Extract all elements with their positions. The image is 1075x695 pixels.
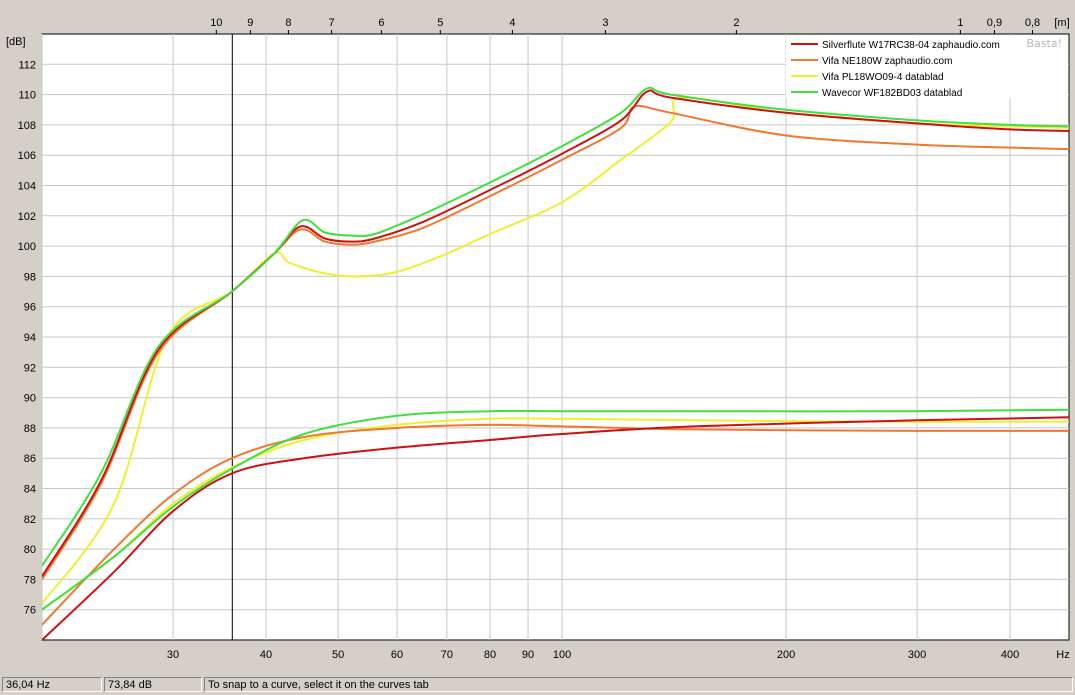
y-tick-label: 92 [24, 362, 36, 374]
x-tick-label: 50 [332, 649, 344, 661]
top-tick-label: 6 [378, 17, 384, 29]
x-tick-label: 40 [260, 649, 272, 661]
legend-entry: Wavecor WF182BD03 datablad [822, 88, 962, 99]
status-frequency: 36,04 Hz [2, 677, 102, 692]
y-tick-label: 82 [24, 514, 36, 526]
y-tick-label: 78 [24, 574, 36, 586]
y-tick-label: 108 [18, 120, 36, 132]
y-tick-label: 76 [24, 605, 36, 617]
legend-entry: Vifa NE180W zaphaudio.com [822, 56, 952, 67]
top-tick-label: 7 [329, 17, 335, 29]
x-tick-label: 60 [391, 649, 403, 661]
y-tick-label: 86 [24, 453, 36, 465]
status-hint: To snap to a curve, select it on the cur… [204, 677, 1073, 692]
status-bar: 36,04 Hz 73,84 dB To snap to a curve, se… [0, 675, 1075, 695]
x-tick-label: 70 [441, 649, 453, 661]
y-tick-label: 80 [24, 544, 36, 556]
top-tick-label: 3 [602, 17, 608, 29]
y-tick-label: 104 [18, 181, 36, 193]
y-tick-label: 98 [24, 271, 36, 283]
top-axis-unit-label: [m] [1054, 17, 1069, 29]
x-tick-label: 100 [553, 649, 571, 661]
y-tick-label: 112 [18, 59, 36, 71]
x-tick-label: 200 [777, 649, 795, 661]
y-tick-label: 84 [24, 484, 36, 496]
y-tick-label: 102 [18, 211, 36, 223]
y-axis-unit-label: [dB] [6, 36, 26, 48]
top-tick-label: 0,9 [987, 17, 1002, 29]
legend-entry: Vifa PL18WO09-4 datablad [822, 72, 944, 83]
x-tick-label: 30 [167, 649, 179, 661]
y-tick-label: 110 [18, 90, 36, 102]
top-tick-label: 0,8 [1025, 17, 1040, 29]
top-tick-label: 4 [509, 17, 515, 29]
y-tick-label: 90 [24, 393, 36, 405]
legend-entry: Silverflute W17RC38-04 zaphaudio.com [822, 40, 1000, 51]
top-tick-label: 9 [247, 17, 253, 29]
top-tick-label: 5 [437, 17, 443, 29]
top-tick-label: 8 [285, 17, 291, 29]
x-tick-label: 80 [484, 649, 496, 661]
y-tick-label: 96 [24, 302, 36, 314]
frequency-response-chart[interactable]: 7678808284868890929496981001021041061081… [0, 0, 1075, 673]
y-tick-label: 88 [24, 423, 36, 435]
x-tick-label: 90 [522, 649, 534, 661]
plot-frame: 76 78 80 82 84 86 88 90 92 94 96 98 100 102 104 106 108 1… [0, 0, 1075, 673]
x-tick-label: 300 [908, 649, 926, 661]
y-tick-label: 94 [24, 332, 36, 344]
top-tick-label: 1 [957, 17, 963, 29]
x-tick-label: 400 [1001, 649, 1019, 661]
status-level: 73,84 dB [104, 677, 202, 692]
x-axis-unit-label: Hz [1056, 649, 1069, 661]
watermark: Basta! [1027, 37, 1062, 50]
top-tick-label: 2 [733, 17, 739, 29]
y-tick-label: 100 [18, 241, 36, 253]
y-tick-label: 106 [18, 150, 36, 162]
top-tick-label: 10 [210, 17, 222, 29]
